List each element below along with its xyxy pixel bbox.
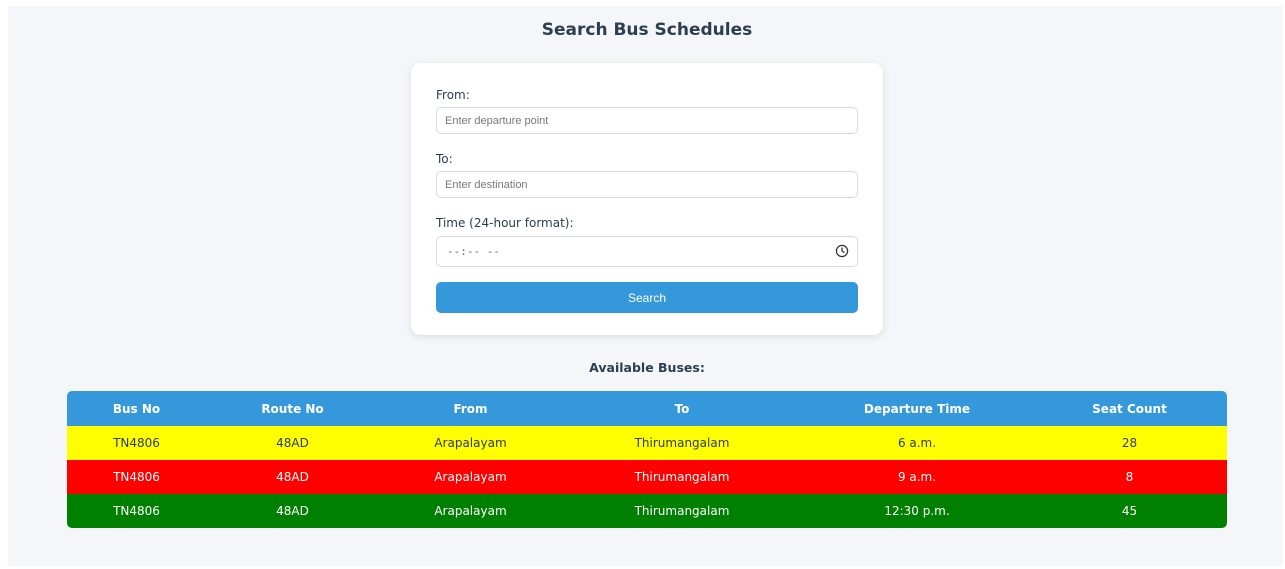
seat-count-cell: 8 <box>1125 470 1134 484</box>
time-label: Time (24-hour format): <box>436 216 574 230</box>
route-no-cell: 48AD <box>276 436 309 450</box>
route-no-cell: 48AD <box>276 504 309 518</box>
from-cell: Arapalayam <box>434 470 507 484</box>
route-no-cell: 48AD <box>276 470 309 484</box>
to-cell: Thirumangalam <box>634 436 730 450</box>
table-header-row: Bus No Route No From To Departure Time S… <box>67 391 1227 426</box>
results-heading: Available Buses: <box>589 360 705 375</box>
to-label: To: <box>436 152 453 166</box>
bus-no-cell: TN4806 <box>113 504 160 518</box>
page-title: Search Bus Schedules <box>541 20 753 40</box>
from-label: From: <box>436 88 470 102</box>
departure-time-cell: 9 a.m. <box>897 470 937 484</box>
column-header-seat-count: Seat Count <box>1092 401 1167 416</box>
page-background: Search Bus Schedules From: To: Time (24-… <box>8 6 1283 566</box>
seat-count-cell: 28 <box>1121 436 1138 450</box>
to-cell: Thirumangalam <box>634 504 730 518</box>
to-input[interactable] <box>436 171 858 198</box>
departure-time-cell: 12:30 p.m. <box>884 504 950 518</box>
column-header-route-no: Route No <box>261 401 324 416</box>
time-placeholder: --:-- -- <box>447 245 500 258</box>
bus-no-cell: TN4806 <box>113 436 160 450</box>
from-input[interactable] <box>436 107 858 134</box>
column-header-bus-no: Bus No <box>112 401 161 416</box>
table-row: TN4806 48AD Arapalayam Thirumangalam 6 a… <box>67 426 1227 460</box>
bus-no-cell: TN4806 <box>113 470 160 484</box>
time-input[interactable]: --:-- -- <box>436 236 858 267</box>
seat-count-cell: 45 <box>1121 504 1138 518</box>
column-header-to: To <box>674 401 690 416</box>
clock-icon[interactable] <box>835 244 849 258</box>
search-button[interactable]: Search <box>436 282 858 313</box>
to-cell: Thirumangalam <box>634 470 730 484</box>
bus-results-table: Bus No Route No From To Departure Time S… <box>67 391 1227 528</box>
search-form-card: From: To: Time (24-hour format): --:-- -… <box>411 63 883 335</box>
from-cell: Arapalayam <box>434 436 507 450</box>
table-row: TN4806 48AD Arapalayam Thirumangalam 9 a… <box>67 460 1227 494</box>
departure-time-cell: 6 a.m. <box>897 436 937 450</box>
from-cell: Arapalayam <box>434 504 507 518</box>
table-row: TN4806 48AD Arapalayam Thirumangalam 12:… <box>67 494 1227 528</box>
column-header-from: From <box>453 401 488 416</box>
column-header-departure-time: Departure Time <box>863 401 971 416</box>
